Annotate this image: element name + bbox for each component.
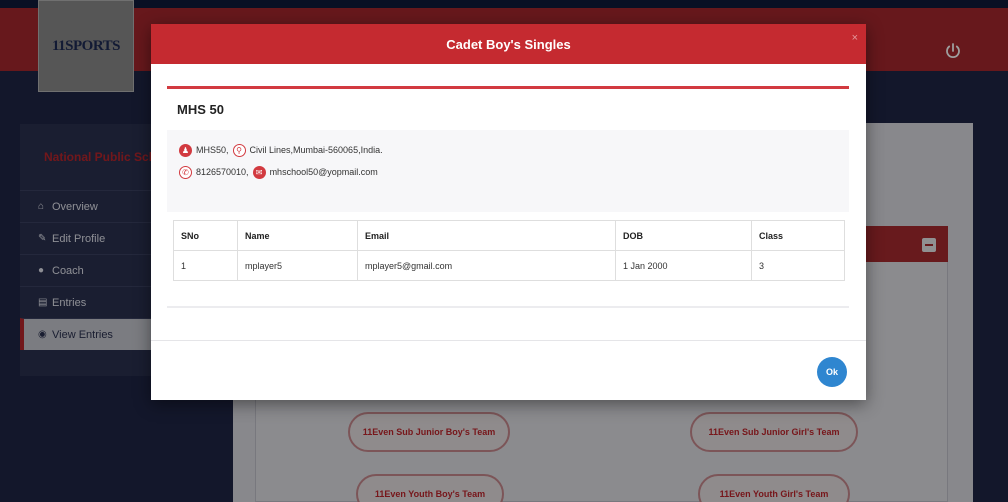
column-header: Class xyxy=(751,220,845,251)
column-header: Email xyxy=(357,220,616,251)
modal-body: MHS 50 ♟ MHS50, ⚲ Civil Lines,Mumbai-560… xyxy=(167,86,849,308)
column-header: Name xyxy=(237,220,358,251)
modal-header: Cadet Boy's Singles × xyxy=(151,24,866,64)
column-header: SNo xyxy=(173,220,238,251)
phone-text: 8126570010, xyxy=(196,167,249,177)
user-icon: ♟ xyxy=(179,143,192,157)
contact-line: ✆ 8126570010, ✉ mhschool50@yopmail.com xyxy=(179,164,378,180)
divider xyxy=(167,86,849,89)
entries-table: SNo Name Email DOB Class 1 mplayer5 mpla… xyxy=(173,220,845,281)
table-header-row: SNo Name Email DOB Class xyxy=(173,220,845,251)
table-cell: mplayer5@gmail.com xyxy=(357,250,616,281)
school-info: ♟ MHS50, ⚲ Civil Lines,Mumbai-560065,Ind… xyxy=(167,130,849,212)
ok-button[interactable]: Ok xyxy=(817,357,847,387)
table-cell: 3 xyxy=(751,250,845,281)
table-cell: 1 Jan 2000 xyxy=(615,250,752,281)
email-text: mhschool50@yopmail.com xyxy=(269,167,378,177)
table-cell: mplayer5 xyxy=(237,250,358,281)
address-text: Civil Lines,Mumbai-560065,India. xyxy=(249,145,383,155)
divider xyxy=(167,306,849,308)
modal-footer-divider xyxy=(151,340,866,341)
phone-icon: ✆ xyxy=(179,165,192,179)
modal-title: Cadet Boy's Singles xyxy=(446,36,571,52)
table-row: 1 mplayer5 mplayer5@gmail.com 1 Jan 2000… xyxy=(173,250,845,281)
close-icon[interactable]: × xyxy=(852,32,858,44)
column-header: DOB xyxy=(615,220,752,251)
mail-icon: ✉ xyxy=(252,165,266,179)
address-line: ♟ MHS50, ⚲ Civil Lines,Mumbai-560065,Ind… xyxy=(179,142,383,158)
school-id: MHS50, xyxy=(196,145,229,155)
entry-details-modal: Cadet Boy's Singles × MHS 50 ♟ MHS50, ⚲ … xyxy=(151,24,866,400)
location-icon: ⚲ xyxy=(232,143,246,157)
table-cell: 1 xyxy=(173,250,238,281)
school-code: MHS 50 xyxy=(177,102,224,117)
